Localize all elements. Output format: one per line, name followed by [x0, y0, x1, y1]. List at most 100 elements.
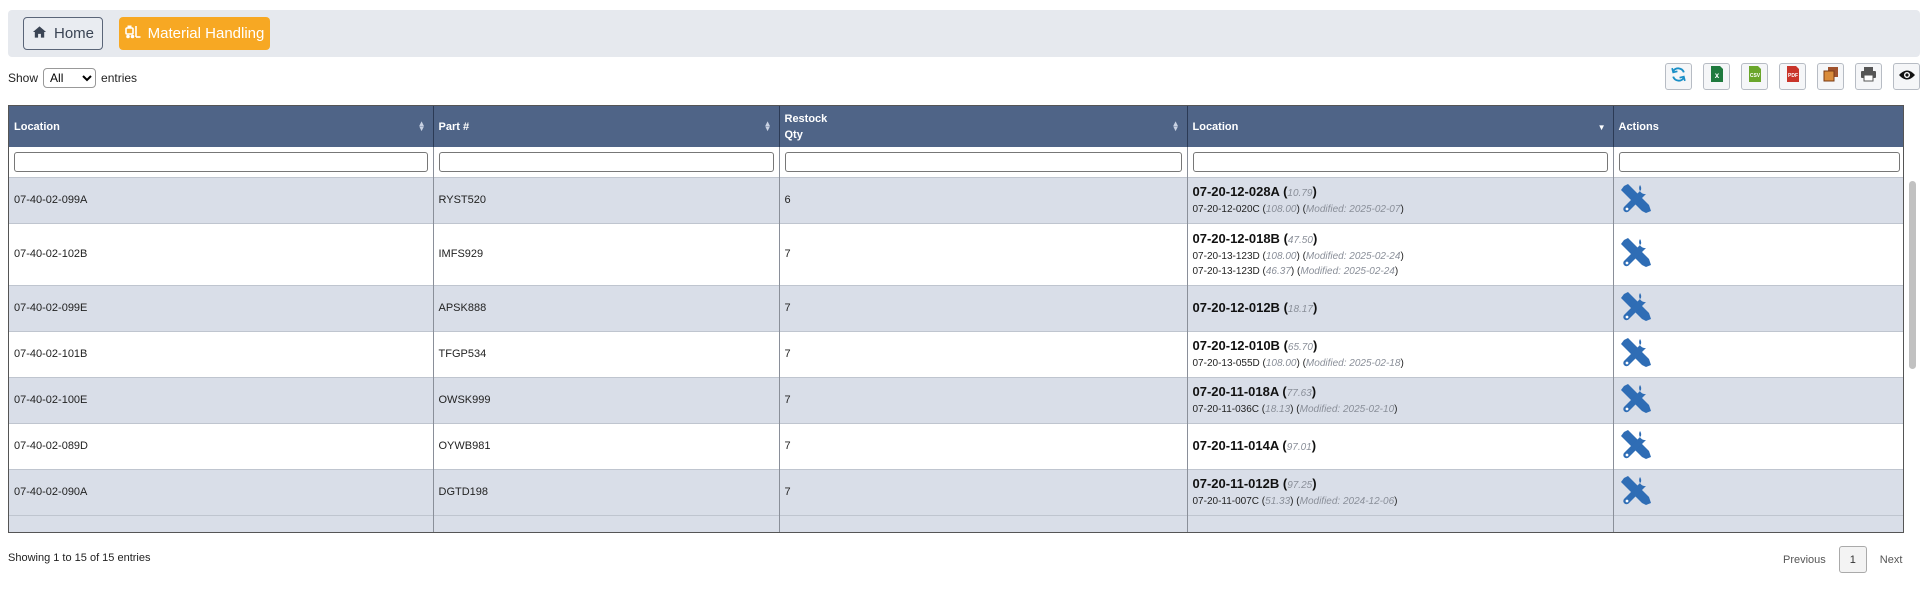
csv-button[interactable]: CSV	[1741, 63, 1768, 90]
refresh-button[interactable]	[1665, 63, 1692, 90]
restock-table: Location ▲ ▼ Part # ▲ ▼ Restock Qty ▲ ▼ Locati…	[8, 105, 1904, 533]
primary-location-qty: 77.63	[1286, 388, 1312, 399]
table-row: 07-40-02-089D OYWB981 7 07-20-11-014A (97.0…	[9, 422, 1903, 469]
sort-desc-icon: ▼	[1597, 123, 1606, 132]
cell-location: 07-40-02-099E	[9, 284, 434, 331]
table-info: Showing 1 to 15 of 15 entries	[8, 552, 151, 564]
tools-icon[interactable]	[1619, 428, 1901, 465]
cell-locations: 07-20-12-012B (18.17)	[1187, 284, 1614, 331]
primary-location: 07-20-11-018A (77.63)	[1192, 384, 1317, 399]
filter-restock-qty[interactable]	[784, 151, 1182, 172]
tools-icon[interactable]	[1619, 382, 1901, 419]
filter-location[interactable]	[14, 151, 428, 172]
cell-restock-qty: 7	[779, 376, 1188, 423]
modified-date: Modified: 2025-02-10	[1299, 404, 1395, 415]
alternate-location: 07-20-11-036C (18.13) (Modified: 2025-02…	[1192, 404, 1398, 415]
table-row: 07-40-02-101B TFGP534 7 07-20-12-010B (65.7…	[9, 330, 1903, 377]
cell-actions	[1613, 330, 1903, 377]
alternate-location: 07-20-13-123D (46.37) (Modified: 2025-02…	[1192, 265, 1399, 277]
cell-restock-qty: 7	[779, 468, 1188, 515]
primary-location-qty: 18.17	[1287, 303, 1313, 315]
modified-date: Modified: 2025-02-24	[1305, 250, 1401, 262]
cell-location: 07-40-02-089D	[9, 422, 434, 469]
primary-location-code: 07-20-11-014A	[1192, 437, 1279, 453]
length-control: Show All entries	[8, 67, 137, 89]
primary-location-code: 07-20-12-010B	[1192, 338, 1280, 353]
table-scrollbar[interactable]	[1907, 175, 1917, 531]
excel-icon: x	[1709, 65, 1725, 88]
alt-location-code: 07-20-13-055D	[1192, 358, 1260, 369]
col-header-part[interactable]: Part # ▲ ▼	[433, 106, 780, 147]
cell-location: 07-40-02-090A	[9, 468, 434, 515]
filter-part[interactable]	[438, 151, 774, 172]
primary-location-qty: 47.50	[1287, 234, 1313, 246]
alt-location-qty: 108.00	[1265, 204, 1297, 215]
cell-locations: 07-20-12-028A (10.79) 07-20-12-020C (108.…	[1187, 176, 1614, 223]
cell-part: APSK888	[433, 284, 780, 331]
filter-actions[interactable]	[1618, 151, 1900, 172]
tools-icon[interactable]	[1619, 336, 1901, 373]
excel-button[interactable]: x	[1703, 63, 1730, 90]
col-header-actions: Actions	[1613, 106, 1903, 147]
next-button[interactable]: Next	[1867, 554, 1916, 566]
alt-location-code: 07-20-11-007C	[1192, 496, 1260, 507]
primary-location-code: 07-20-12-012B	[1192, 299, 1280, 315]
svg-text:PDF: PDF	[1788, 73, 1798, 79]
modified-date: Modified: 2025-02-07	[1305, 204, 1401, 215]
table-row	[9, 514, 1903, 532]
alternate-location: 07-20-12-020C (108.00) (Modified: 2025-0…	[1192, 204, 1404, 215]
filter-row	[9, 147, 1903, 177]
cell-part: TFGP534	[433, 330, 780, 377]
table-row: 07-40-02-099E APSK888 7 07-20-12-012B (18.1…	[9, 284, 1903, 331]
copy-button[interactable]	[1817, 63, 1844, 90]
page-1-button[interactable]: 1	[1838, 546, 1867, 573]
table-row: 07-40-02-100E OWSK999 7 07-20-11-018A (77.6…	[9, 376, 1903, 423]
cell-locations: 07-20-11-014A (97.01)	[1187, 422, 1614, 469]
modified-date: Modified: 2025-02-18	[1305, 358, 1401, 369]
cell-actions	[1613, 422, 1903, 469]
cell-location: 07-40-02-102B	[9, 222, 434, 285]
tools-icon[interactable]	[1619, 290, 1901, 327]
primary-location: 07-20-12-010B (65.70)	[1192, 338, 1318, 353]
cell-locations: 07-20-12-010B (65.70) 07-20-13-055D (108.…	[1187, 330, 1614, 377]
pdf-button[interactable]: PDF	[1779, 63, 1806, 90]
alt-location-code: 07-20-13-123D	[1192, 265, 1260, 277]
col-header-restock-qty[interactable]: Restock Qty ▲ ▼	[779, 106, 1188, 147]
material-handling-label: Material Handling	[147, 25, 265, 42]
cell-actions	[1613, 376, 1903, 423]
cell-actions	[1613, 284, 1903, 331]
filter-location-2[interactable]	[1192, 151, 1608, 172]
print-button[interactable]	[1855, 63, 1882, 90]
primary-location-code: 07-20-11-012B	[1192, 476, 1280, 491]
cell-restock-qty: 7	[779, 422, 1188, 469]
entries-select[interactable]: All	[43, 68, 97, 88]
pagination: Previous 1 Next	[1770, 546, 1915, 573]
csv-icon: CSV	[1747, 65, 1763, 88]
previous-button[interactable]: Previous	[1770, 554, 1839, 566]
modified-date: Modified: 2024-12-06	[1299, 496, 1395, 507]
alt-location-code: 07-20-13-123D	[1192, 250, 1260, 262]
table-row: 07-40-02-090A DGTD198 7 07-20-11-012B (97.2…	[9, 468, 1903, 515]
cell-restock-qty: 7	[779, 284, 1188, 331]
column-visibility-button[interactable]	[1893, 63, 1920, 90]
primary-location-code: 07-20-12-028A	[1192, 184, 1280, 199]
home-button[interactable]: Home	[23, 17, 103, 50]
cell-restock-qty: 7	[779, 222, 1188, 285]
cell-part: IMFS929	[433, 222, 780, 285]
tools-icon[interactable]	[1619, 182, 1901, 219]
tools-icon[interactable]	[1619, 474, 1901, 511]
col-header-location-2[interactable]: Location ▼	[1187, 106, 1614, 147]
scrollbar-thumb[interactable]	[1909, 181, 1916, 369]
cell-location: 07-40-02-100E	[9, 376, 434, 423]
print-icon	[1860, 66, 1877, 87]
material-handling-button[interactable]: Material Handling	[119, 17, 270, 50]
col-header-location[interactable]: Location ▲ ▼	[9, 106, 434, 147]
tools-icon[interactable]	[1619, 236, 1901, 273]
cell-locations: 07-20-12-018B (47.50) 07-20-13-123D (108.…	[1187, 222, 1614, 285]
cell-part: RYST520	[433, 176, 780, 223]
cell-part: DGTD198	[433, 468, 780, 515]
svg-text:x: x	[1714, 71, 1719, 80]
show-label: Show	[8, 71, 39, 85]
primary-location-qty: 97.01	[1286, 441, 1312, 453]
alt-location-qty: 18.13	[1265, 404, 1291, 415]
